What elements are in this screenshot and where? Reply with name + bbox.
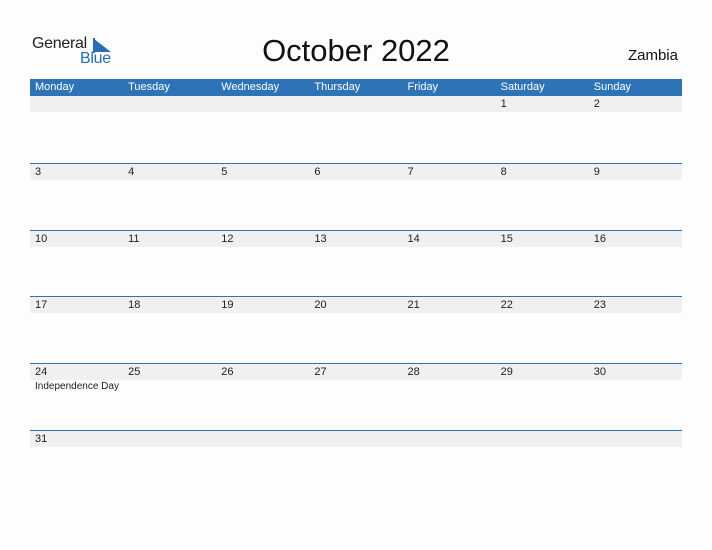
weekday-wednesday: Wednesday	[221, 81, 280, 93]
day-number: 16	[593, 233, 606, 245]
events-row: Independence Day	[30, 380, 682, 394]
day-number: 10	[35, 233, 48, 245]
calendar-title: October 2022	[262, 33, 450, 68]
day-number	[30, 96, 123, 112]
weekday-monday: Monday	[35, 81, 75, 93]
week-row: 24 25 26 27 28 29 30 Independence Day	[30, 363, 682, 394]
week-row: 10 11 12 13 14 15 16	[30, 230, 682, 247]
day-number	[123, 96, 216, 112]
week-row: 12	[30, 96, 682, 112]
day-number: 22	[500, 299, 513, 311]
day-number: 30	[593, 366, 606, 378]
day-number: 17	[35, 299, 48, 311]
date-strip: 3 4 5 6 7 8 9	[30, 163, 682, 180]
holiday-label	[589, 380, 682, 394]
day-number: 20	[314, 299, 327, 311]
weekday-tuesday: Tuesday	[128, 81, 170, 93]
day-number: 28	[407, 366, 420, 378]
day-number: 19	[221, 299, 234, 311]
date-strip: 31	[30, 430, 682, 447]
country-label: Zambia	[627, 47, 678, 64]
day-number	[496, 431, 589, 447]
day-number: 31	[35, 433, 48, 445]
weekday-sunday: Sunday	[593, 81, 632, 93]
weekday-saturday: Saturday	[500, 81, 545, 93]
date-strip: 12	[30, 96, 682, 112]
day-number: 29	[500, 366, 513, 378]
day-number	[216, 96, 309, 112]
day-number	[309, 431, 402, 447]
day-number: 21	[407, 299, 420, 311]
day-number: 12	[221, 233, 234, 245]
day-number: 6	[314, 166, 321, 178]
date-strip: 17 18 19 20 21 22 23	[30, 296, 682, 313]
week-row: 3 4 5 6 7 8 9	[30, 163, 682, 180]
day-number	[216, 431, 309, 447]
day-number	[589, 431, 682, 447]
day-number: 24	[35, 366, 48, 378]
date-strip: 10 11 12 13 14 15 16	[30, 230, 682, 247]
day-number: 23	[593, 299, 606, 311]
day-number: 26	[221, 366, 234, 378]
day-number	[309, 96, 402, 112]
week-row: 31	[30, 430, 682, 447]
day-number: 13	[314, 233, 327, 245]
day-number: 5	[221, 166, 228, 178]
day-number: 4	[128, 166, 135, 178]
day-number: 8	[500, 166, 507, 178]
weekday-thursday: Thursday	[314, 81, 361, 93]
day-number: 9	[593, 166, 600, 178]
holiday-label	[496, 380, 589, 394]
holiday-label	[403, 380, 496, 394]
weekday-friday: Friday	[407, 81, 439, 93]
week-row: 17 18 19 20 21 22 23	[30, 296, 682, 313]
holiday-label: Independence Day	[35, 381, 119, 392]
day-number: 15	[500, 233, 513, 245]
holiday-label	[216, 380, 309, 394]
day-number: 14	[407, 233, 420, 245]
holiday-label	[123, 380, 216, 394]
day-number: 2	[593, 98, 600, 110]
day-number: 18	[128, 299, 141, 311]
date-strip: 24 25 26 27 28 29 30	[30, 363, 682, 380]
day-number: 25	[128, 366, 141, 378]
day-number	[123, 431, 216, 447]
day-number: 3	[35, 166, 42, 178]
day-number: 11	[128, 233, 140, 245]
day-number	[403, 431, 496, 447]
day-number	[403, 96, 496, 112]
day-number: 7	[407, 166, 414, 178]
day-number: 1	[500, 98, 507, 110]
weekday-header: Monday Tuesday Wednesday Thursday Friday…	[30, 79, 682, 96]
day-number: 27	[314, 366, 327, 378]
holiday-label	[309, 380, 402, 394]
